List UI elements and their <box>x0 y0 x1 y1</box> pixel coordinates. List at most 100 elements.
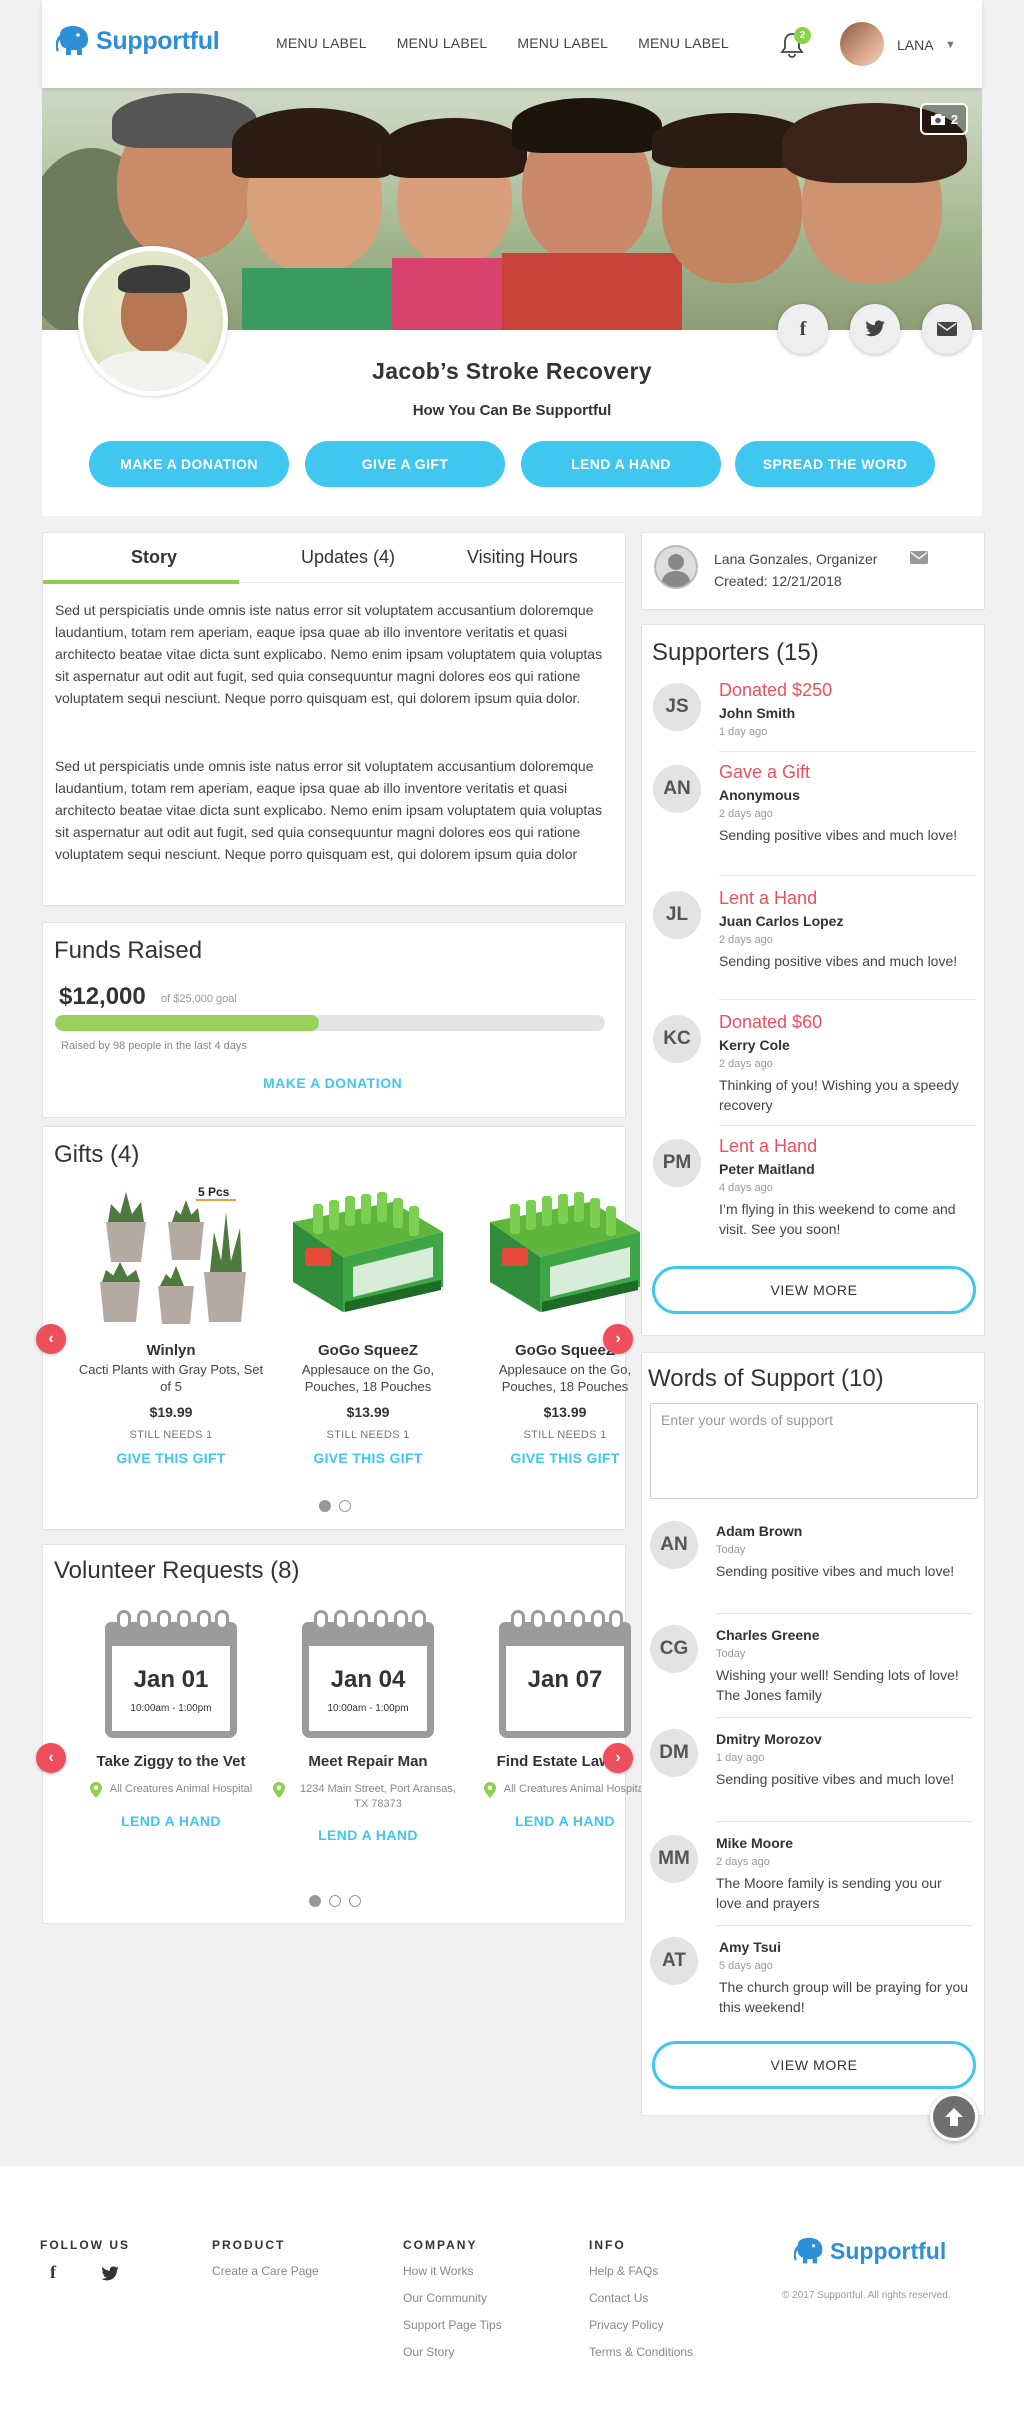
gifts-pager-dot[interactable] <box>339 1500 351 1512</box>
volunteer-pager-dot[interactable] <box>329 1895 341 1907</box>
supporter-avatar[interactable]: PM <box>653 1139 701 1187</box>
footer-link[interactable]: Contact Us <box>589 2291 648 2305</box>
footer-link[interactable]: Create a Care Page <box>212 2264 319 2278</box>
words-of-support-input[interactable]: Enter your words of support <box>650 1403 978 1499</box>
give-gift-button[interactable]: GIVE A GIFT <box>305 441 505 487</box>
supporter-avatar[interactable]: KC <box>653 1015 701 1063</box>
supporter-name[interactable]: Juan Carlos Lopez <box>719 913 843 929</box>
calendar-icon[interactable]: Jan 01 10:00am - 1:00pm <box>105 1610 237 1738</box>
commenter-avatar[interactable]: AN <box>650 1521 698 1569</box>
caret-down-icon[interactable]: ▼ <box>945 39 956 51</box>
lend-a-hand-link[interactable]: LEND A HAND <box>273 1827 463 1843</box>
make-donation-button[interactable]: MAKE A DONATION <box>89 441 289 487</box>
commenter-avatar[interactable]: DM <box>650 1729 698 1777</box>
footer-link[interactable]: How it Works <box>403 2264 473 2278</box>
gift-image-applesauce[interactable] <box>480 1182 650 1332</box>
volunteer-next-arrow-icon[interactable]: › <box>603 1743 633 1773</box>
supporter-name[interactable]: Peter Maitland <box>719 1161 815 1177</box>
supporter-name[interactable]: Kerry Cole <box>719 1037 790 1053</box>
share-facebook-button[interactable]: f <box>778 304 828 354</box>
lend-a-hand-link[interactable]: LEND A HAND <box>470 1813 660 1829</box>
comment-divider <box>716 1717 973 1718</box>
footer-link[interactable]: Our Community <box>403 2291 487 2305</box>
volunteer-prev-arrow-icon[interactable]: ‹ <box>36 1743 66 1773</box>
supporter-time: 4 days ago <box>719 1182 773 1194</box>
nav-item-1[interactable]: MENU LABEL <box>276 35 367 51</box>
nav-item-4[interactable]: MENU LABEL <box>638 35 729 51</box>
commenter-avatar[interactable]: AT <box>650 1937 698 1985</box>
footer-link[interactable]: Support Page Tips <box>403 2318 502 2332</box>
gifts-next-arrow-icon[interactable]: › <box>603 1324 633 1354</box>
supporter-name[interactable]: John Smith <box>719 705 795 721</box>
give-this-gift-link[interactable]: GIVE THIS GIFT <box>470 1450 660 1466</box>
organizer-card: Lana Gonzales, Organizer Created: 12/21/… <box>641 532 985 610</box>
footer-link[interactable]: Privacy Policy <box>589 2318 664 2332</box>
supporter-avatar[interactable]: AN <box>653 765 701 813</box>
gift-image-applesauce[interactable] <box>283 1182 453 1332</box>
scroll-to-top-button[interactable] <box>930 2093 978 2141</box>
gifts-prev-arrow-icon[interactable]: ‹ <box>36 1324 66 1354</box>
tab-story[interactable]: Story <box>131 547 177 568</box>
footer-link[interactable]: Help & FAQs <box>589 2264 658 2278</box>
commenter-name[interactable]: Amy Tsui <box>719 1939 781 1955</box>
give-this-gift-link[interactable]: GIVE THIS GIFT <box>76 1450 266 1466</box>
words-view-more-button[interactable]: VIEW MORE <box>652 2041 976 2089</box>
tab-updates[interactable]: Updates (4) <box>301 547 395 568</box>
calendar-icon[interactable]: Jan 07 <box>499 1610 631 1738</box>
footer-link[interactable]: Our Story <box>403 2345 454 2359</box>
supporters-view-more-button[interactable]: VIEW MORE <box>652 1266 976 1314</box>
comment-time: 5 days ago <box>719 1960 773 1972</box>
organizer-avatar[interactable] <box>654 545 698 589</box>
supporter-avatar[interactable]: JL <box>653 891 701 939</box>
photo-count-badge[interactable]: 2 <box>920 103 968 135</box>
commenter-name[interactable]: Dmitry Morozov <box>716 1731 822 1747</box>
message-organizer-icon[interactable] <box>910 551 928 564</box>
facebook-icon[interactable]: f <box>50 2262 56 2283</box>
supporter-action: Lent a Hand <box>719 1136 818 1156</box>
copyright: © 2017 Supportful. All rights reserved. <box>782 2290 951 2301</box>
commenter-avatar[interactable]: MM <box>650 1835 698 1883</box>
volunteer-pager-dot-active[interactable] <box>309 1895 321 1907</box>
footer-link[interactable]: Terms & Conditions <box>589 2345 693 2359</box>
elephant-logo-icon <box>56 26 89 55</box>
photo-count: 2 <box>950 111 959 127</box>
nav-item-2[interactable]: MENU LABEL <box>397 35 488 51</box>
funds-make-donation-link[interactable]: MAKE A DONATION <box>263 1075 402 1091</box>
calendar-icon[interactable]: Jan 04 10:00am - 1:00pm <box>302 1610 434 1738</box>
supporter-avatar[interactable]: JS <box>653 683 701 731</box>
brand-logo[interactable]: Supportful <box>56 24 220 58</box>
commenter-name[interactable]: Charles Greene <box>716 1627 820 1643</box>
supporter-message: I’m flying in this weekend to come and v… <box>719 1201 956 1237</box>
gifts-pager-dot-active[interactable] <box>319 1500 331 1512</box>
photo-hair-2 <box>232 108 392 178</box>
hero-card: 2 f Jacob’s Stroke Recovery How You Can … <box>42 88 982 516</box>
tab-visiting-hours[interactable]: Visiting Hours <box>467 547 578 568</box>
footer-brand-name: Supportful <box>830 2237 947 2264</box>
twitter-icon[interactable] <box>100 2266 120 2282</box>
volunteer-pager-dot[interactable] <box>349 1895 361 1907</box>
supporter-action: Donated $60 <box>719 1012 823 1032</box>
gift-description: Cacti Plants with Gray Pots, Set of 5 <box>78 1362 264 1394</box>
user-avatar[interactable] <box>840 22 884 66</box>
lend-a-hand-link[interactable]: LEND A HAND <box>76 1813 266 1829</box>
supporter-divider <box>719 999 976 1000</box>
spread-word-button[interactable]: SPREAD THE WORD <box>735 441 935 487</box>
share-twitter-button[interactable] <box>850 304 900 354</box>
share-email-button[interactable] <box>922 304 972 354</box>
comment-divider <box>716 1613 973 1614</box>
main-nav: MENU LABEL MENU LABEL MENU LABEL MENU LA… <box>276 35 759 51</box>
gift-image-cacti[interactable]: 5 Pcs <box>86 1182 256 1332</box>
supporter-name[interactable]: Anonymous <box>719 787 800 803</box>
nav-item-3[interactable]: MENU LABEL <box>517 35 608 51</box>
supporter-action: Lent a Hand <box>719 888 818 908</box>
commenter-avatar[interactable]: CG <box>650 1625 698 1673</box>
commenter-name[interactable]: Adam Brown <box>716 1523 802 1539</box>
footer-logo[interactable]: Supportful <box>794 2236 946 2266</box>
commenter-name[interactable]: Mike Moore <box>716 1835 793 1851</box>
give-this-gift-link[interactable]: GIVE THIS GIFT <box>273 1450 463 1466</box>
user-name[interactable]: LANA <box>897 37 934 53</box>
gift-item: GoGo SqueeZ Applesauce on the Go, Pouche… <box>470 1182 660 1466</box>
volunteer-card: Volunteer Requests (8) Jan 01 10:00am - … <box>36 1544 646 1924</box>
lend-hand-button[interactable]: LEND A HAND <box>521 441 721 487</box>
footer-follow-heading: FOLLOW US <box>40 2238 130 2252</box>
